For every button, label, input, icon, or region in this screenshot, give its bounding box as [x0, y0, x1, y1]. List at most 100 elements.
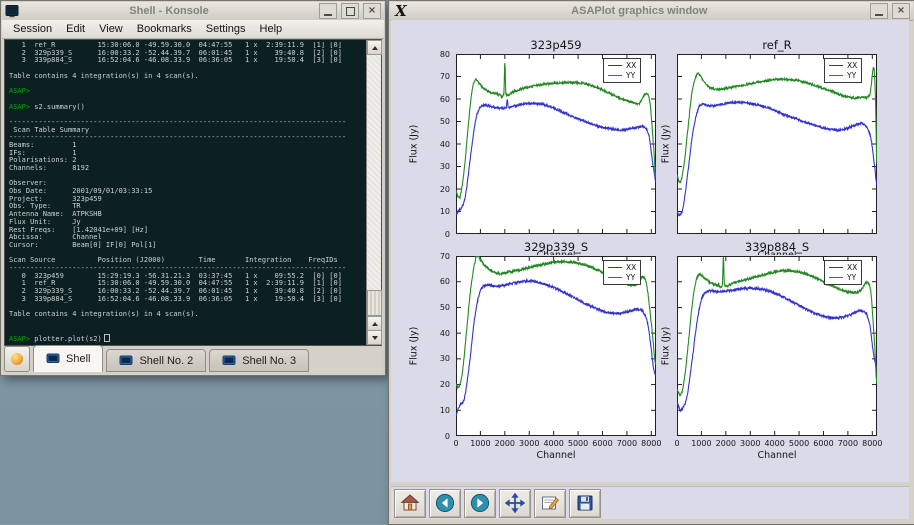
- konsole-app-icon: [5, 4, 19, 18]
- legend-entry-xx: XX: [829, 61, 857, 70]
- terminal-tab-icon: [119, 355, 133, 367]
- legend-line: [829, 277, 843, 278]
- tab-shell[interactable]: Shell: [33, 345, 103, 372]
- y-axis-label: Flux (Jy): [409, 327, 420, 366]
- y-tick-label: 0: [422, 230, 450, 239]
- close-button[interactable]: ×: [363, 3, 381, 19]
- back-icon: [435, 493, 455, 513]
- y-tick-label: 80: [422, 50, 450, 59]
- legend-label: YY: [626, 71, 635, 80]
- legend-entry-yy: YY: [608, 71, 636, 80]
- x-axis-label: Channel: [536, 450, 575, 461]
- legend-line: [608, 267, 622, 268]
- legend-line: [608, 65, 622, 66]
- y-tick-label: 10: [422, 406, 450, 415]
- scroll-down-button[interactable]: [367, 330, 382, 345]
- toolbar-home-button[interactable]: [394, 489, 426, 518]
- y-axis-label: Flux (Jy): [661, 125, 672, 164]
- menu-item-session[interactable]: Session: [6, 22, 59, 36]
- legend-line: [608, 75, 622, 76]
- plot-window: X ASAPlot graphics window × 323p459 Chann…: [388, 0, 914, 525]
- menu-item-help[interactable]: Help: [253, 22, 290, 36]
- x11-app-icon: X: [393, 2, 409, 20]
- legend-label: YY: [847, 273, 856, 282]
- terminal-cursor: [104, 334, 110, 342]
- legend-entry-xx: XX: [829, 263, 857, 272]
- legend: XXYY: [603, 260, 641, 285]
- chart-title: 323p459: [530, 38, 581, 52]
- konsole-titlebar[interactable]: Shell - Konsole ×: [2, 2, 384, 21]
- y-tick-label: 50: [422, 117, 450, 126]
- menu-item-edit[interactable]: Edit: [59, 22, 92, 36]
- terminal-output[interactable]: 1 ref_R 15:30:06.0 -49.59.30.0 04:47:55 …: [9, 42, 365, 345]
- terminal-line: ASAP>: [9, 88, 365, 96]
- terminal-line: Table contains 4 integration(s) in 4 sca…: [9, 73, 365, 81]
- menu-item-bookmarks[interactable]: Bookmarks: [130, 22, 199, 36]
- legend: XXYY: [824, 260, 862, 285]
- toolbar-forward-button[interactable]: [464, 489, 496, 518]
- minimize-button[interactable]: [319, 3, 337, 19]
- terminal-line: Cursor: Beam[0] IF[0] Pol[1]: [9, 242, 365, 250]
- tab-label: Shell: [66, 353, 90, 365]
- new-session-button[interactable]: [4, 346, 30, 372]
- terminal-line: [9, 319, 365, 327]
- terminal-tab-icon: [46, 353, 60, 365]
- legend-line: [829, 65, 843, 66]
- y-tick-label: 60: [422, 95, 450, 104]
- y-tick-label: 30: [422, 162, 450, 171]
- terminal-scrollbar[interactable]: [366, 40, 381, 345]
- legend-entry-xx: XX: [608, 61, 636, 70]
- legend-entry-yy: YY: [829, 71, 857, 80]
- legend-entry-yy: YY: [608, 273, 636, 282]
- terminal-line: Channels: 8192: [9, 165, 365, 173]
- legend-line: [829, 75, 843, 76]
- terminal-line: ASAP> plotter.plot(s2): [9, 334, 365, 342]
- toolbar-pan-button[interactable]: [499, 489, 531, 518]
- terminal-line: [9, 173, 365, 181]
- terminal-line: [9, 326, 365, 334]
- y-tick-label: 40: [422, 140, 450, 149]
- minimize-button[interactable]: [870, 3, 888, 19]
- plot-toolbar: [391, 486, 909, 519]
- menu-item-settings[interactable]: Settings: [199, 22, 253, 36]
- y-tick-label: 60: [422, 277, 450, 286]
- menubar: SessionEditViewBookmarksSettingsHelp: [2, 20, 384, 39]
- toolbar-save-button[interactable]: [569, 489, 601, 518]
- tab-shell-no-3[interactable]: Shell No. 3: [209, 349, 309, 372]
- scrollbar-thumb[interactable]: [367, 290, 382, 316]
- toolbar-edit-button[interactable]: [534, 489, 566, 518]
- scroll-up-button-2[interactable]: [367, 316, 382, 331]
- legend-label: XX: [626, 61, 636, 70]
- terminal[interactable]: 1 ref_R 15:30:06.0 -49.59.30.0 04:47:55 …: [4, 39, 382, 346]
- scroll-up-button[interactable]: [367, 40, 382, 55]
- toolbar-back-button[interactable]: [429, 489, 461, 518]
- y-tick-label: 10: [422, 207, 450, 216]
- tab-shell-no-2[interactable]: Shell No. 2: [106, 349, 206, 372]
- y-tick-label: 30: [422, 354, 450, 363]
- home-icon: [400, 493, 420, 513]
- tab-bar: Shell Shell No. 2 Shell No. 3: [4, 345, 382, 372]
- menu-item-view[interactable]: View: [92, 22, 130, 36]
- window-title: Shell - Konsole: [23, 5, 315, 17]
- plot-titlebar[interactable]: X ASAPlot graphics window ×: [390, 2, 913, 21]
- x-axis-label: Channel: [757, 450, 796, 461]
- legend-label: XX: [847, 61, 857, 70]
- asap-prompt: ASAP>: [9, 335, 30, 343]
- x-tick-label: 8000: [854, 439, 890, 448]
- y-tick-label: 40: [422, 329, 450, 338]
- window-title: ASAPlot graphics window: [413, 5, 866, 17]
- legend-line: [829, 267, 843, 268]
- maximize-button[interactable]: [341, 3, 359, 19]
- close-button[interactable]: ×: [892, 3, 910, 19]
- terminal-line: ASAP> s2.summary(): [9, 104, 365, 112]
- chart-title: ref_R: [762, 38, 791, 52]
- chart-title: 329p339_S: [524, 240, 588, 254]
- new-session-icon: [11, 353, 23, 365]
- forward-icon: [470, 493, 490, 513]
- legend: XXYY: [603, 58, 641, 83]
- tab-label: Shell No. 3: [242, 355, 296, 367]
- figure: 323p459Channel01020304050607080Flux (Jy)…: [391, 20, 909, 482]
- terminal-tab-icon: [222, 355, 236, 367]
- konsole-window: Shell - Konsole × SessionEditViewBookmar…: [0, 0, 386, 376]
- y-tick-label: 70: [422, 72, 450, 81]
